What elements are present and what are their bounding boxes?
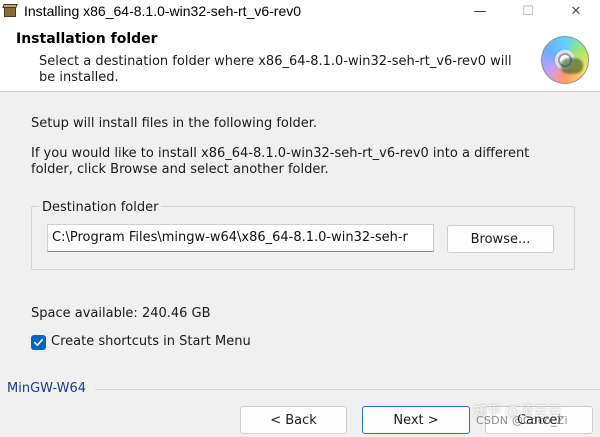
create-shortcuts-checkbox[interactable] <box>31 335 46 350</box>
browse-button[interactable]: Browse... <box>447 225 554 253</box>
watermark-csdn: CSDN @Coco_Zi <box>476 414 568 427</box>
space-available-text: Space available: 240.46 GB <box>31 306 211 321</box>
page-subtitle: Select a destination folder where x86_64… <box>39 54 512 85</box>
instructions-text: If you would like to install x86_64-8.1.… <box>31 146 530 177</box>
installer-package-icon <box>2 3 19 19</box>
checkmark-icon <box>34 338 43 347</box>
title-bar: Installing x86_64-8.1.0-win32-seh-rt_v6-… <box>0 0 600 22</box>
page-title: Installation folder <box>16 31 158 47</box>
wizard-header: Installation folder Select a destination… <box>0 22 600 92</box>
window-title: Installing x86_64-8.1.0-win32-seh-rt_v6-… <box>24 3 302 19</box>
create-shortcuts-label[interactable]: Create shortcuts in Start Menu <box>51 334 251 349</box>
brand-label: MinGW-W64 <box>7 381 87 396</box>
brand-divider <box>95 389 600 390</box>
destination-path-input[interactable]: C:\Program Files\mingw-w64\x86_64-8.1.0-… <box>47 224 434 252</box>
minimize-button[interactable]: — <box>456 0 504 22</box>
back-button[interactable]: < Back <box>240 406 347 434</box>
cd-disc-icon <box>541 36 589 84</box>
window-controls: — ☐ ✕ <box>456 0 600 22</box>
close-button[interactable]: ✕ <box>552 0 600 22</box>
intro-text: Setup will install files in the followin… <box>31 116 318 131</box>
maximize-button[interactable]: ☐ <box>504 0 552 22</box>
next-button[interactable]: Next > <box>362 406 470 434</box>
destination-group-label: Destination folder <box>39 200 162 215</box>
